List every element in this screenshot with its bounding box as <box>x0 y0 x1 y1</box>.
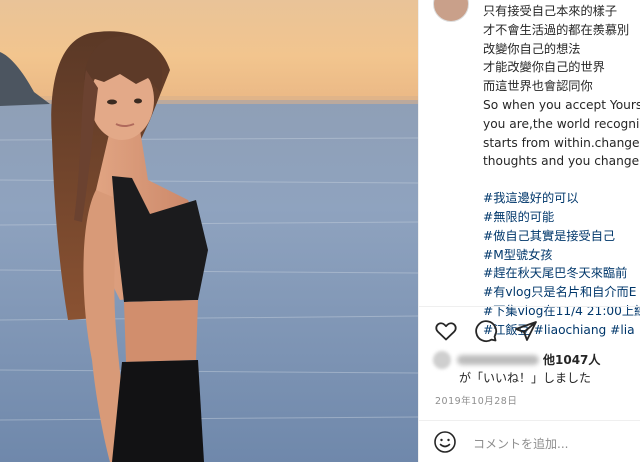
post-photo[interactable] <box>0 0 418 462</box>
post-caption: 只有接受自己本來的樣子 才不會生活過的都在羨慕別 改變你自己的想法 才能改變你自… <box>483 2 640 340</box>
likes-count: 他1047人 <box>543 353 601 367</box>
caption-line: thoughts and you change <box>483 154 640 169</box>
hashtag-link[interactable]: #我這邊好的可以 <box>483 189 640 208</box>
liker-avatar <box>433 351 451 369</box>
caption-line: 改變你自己的想法 <box>483 41 581 56</box>
caption-line: you are,the world recogni <box>483 116 640 131</box>
emoji-icon[interactable] <box>433 430 457 454</box>
like-button[interactable] <box>433 318 459 344</box>
post-actions <box>433 316 539 346</box>
comment-button[interactable] <box>473 318 499 344</box>
share-icon <box>515 321 537 341</box>
hashtag-link[interactable]: #無限的可能 <box>483 208 640 227</box>
comment-icon <box>475 320 498 343</box>
caption-line: 才不會生活過的都在羨慕別 <box>483 22 630 37</box>
avatar[interactable] <box>433 0 469 22</box>
caption-line: So when you accept Yours <box>483 97 640 112</box>
caption-line: 才能改變你自己的世界 <box>483 60 605 75</box>
heart-icon <box>435 322 457 341</box>
caption-line: starts from within.change <box>483 135 640 150</box>
hashtag-link[interactable]: #趕在秋天尾巴冬天來臨前 <box>483 264 640 283</box>
likes-suffix: が「いいね！」しました <box>459 371 592 385</box>
likes-summary[interactable]: 他1047人 <box>433 350 633 370</box>
photo-illustration <box>0 0 418 462</box>
caption-line: 只有接受自己本來的樣子 <box>483 4 618 18</box>
add-comment-row: コメントを追加... <box>419 420 640 462</box>
post-date[interactable]: 2019年10月28日 <box>435 393 517 407</box>
hashtag-link[interactable]: #M型號女孩 <box>483 246 640 265</box>
hashtag-link[interactable]: #做自己其實是接受自己 <box>483 227 640 246</box>
share-button[interactable] <box>513 318 539 344</box>
post-details-panel: 只有接受自己本來的樣子 才不會生活過的都在羨慕別 改變你自己的想法 才能改變你自… <box>418 0 640 462</box>
hashtag-link[interactable]: #有vlog只是名片和自介而E <box>483 283 640 302</box>
caption-line: 而這世界也會認同你 <box>483 79 593 94</box>
liker-name-redacted <box>457 355 539 365</box>
comment-input[interactable]: コメントを追加... <box>473 435 568 452</box>
divider <box>419 306 640 307</box>
